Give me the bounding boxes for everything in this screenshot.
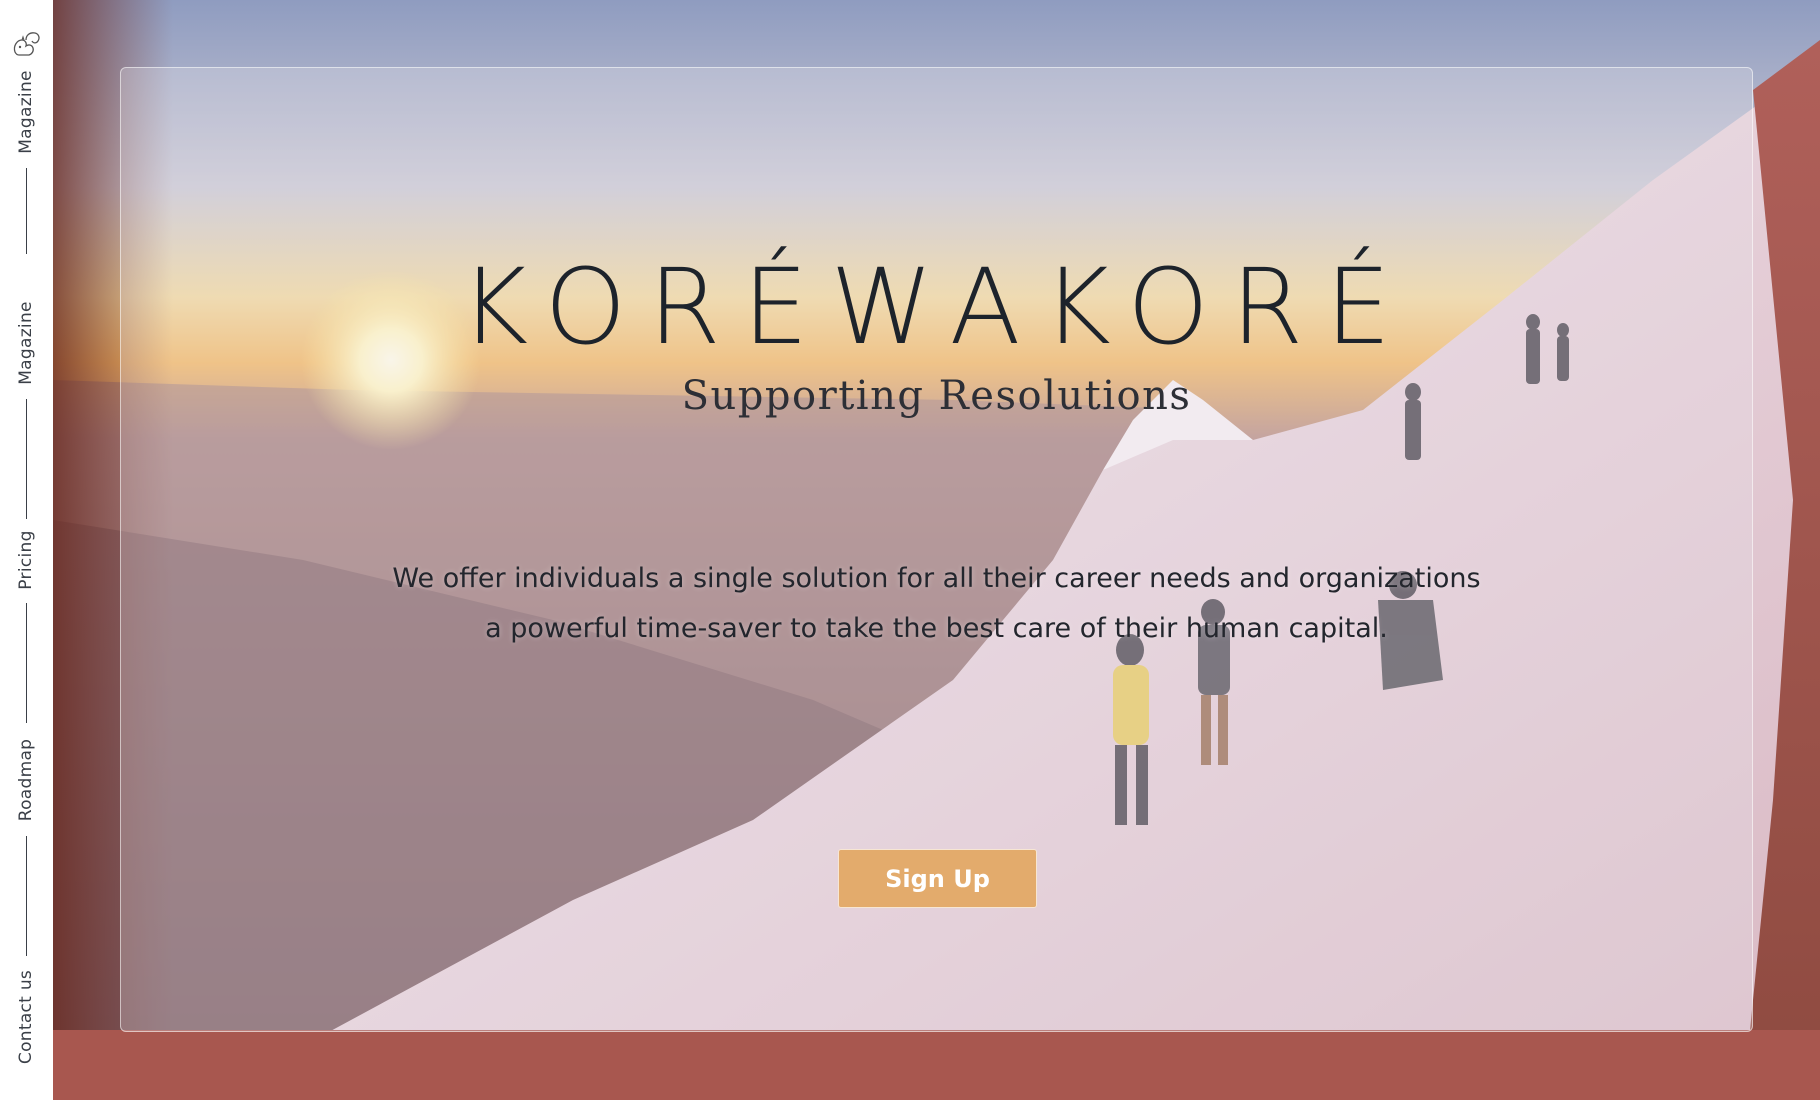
hero-description: We offer individuals a single solution f… xyxy=(392,563,1481,644)
squirrel-logo-icon[interactable] xyxy=(9,28,43,62)
nav-divider xyxy=(26,603,27,723)
nav-pricing[interactable]: Pricing xyxy=(16,530,36,589)
nav-roadmap[interactable]: Roadmap xyxy=(16,739,36,822)
nav-magazine[interactable]: Magazine xyxy=(16,70,36,154)
nav-magazine-2[interactable]: Magazine xyxy=(16,301,36,385)
nav-divider xyxy=(26,836,27,956)
nav-divider xyxy=(26,168,27,254)
nav-contact-us[interactable]: Contact us xyxy=(16,970,36,1064)
brand-title: KORÉWAKORÉ xyxy=(460,246,1413,368)
nav-divider xyxy=(26,399,27,519)
sidebar-nav: Magazine Magazine Pricing Roadmap Contac… xyxy=(0,0,53,1100)
hero-subtitle: Supporting Resolutions xyxy=(681,373,1192,419)
sign-up-button[interactable]: Sign Up xyxy=(838,849,1037,908)
hero-card: KORÉWAKORÉ Supporting Resolutions We off… xyxy=(120,67,1753,1032)
